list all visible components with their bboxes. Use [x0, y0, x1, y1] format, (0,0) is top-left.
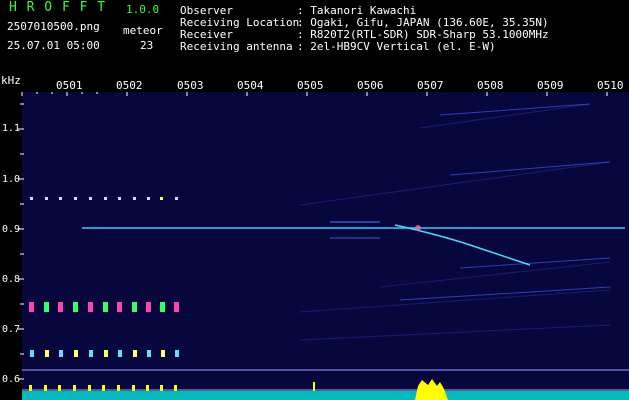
- spectrogram-background: [22, 92, 629, 400]
- spectrogram: [18, 92, 629, 400]
- signal-peak: [415, 225, 421, 231]
- hrofft-window: H R O F F T 1.0.0 2507010500.png meteor …: [0, 0, 629, 400]
- power-bar: [22, 391, 629, 400]
